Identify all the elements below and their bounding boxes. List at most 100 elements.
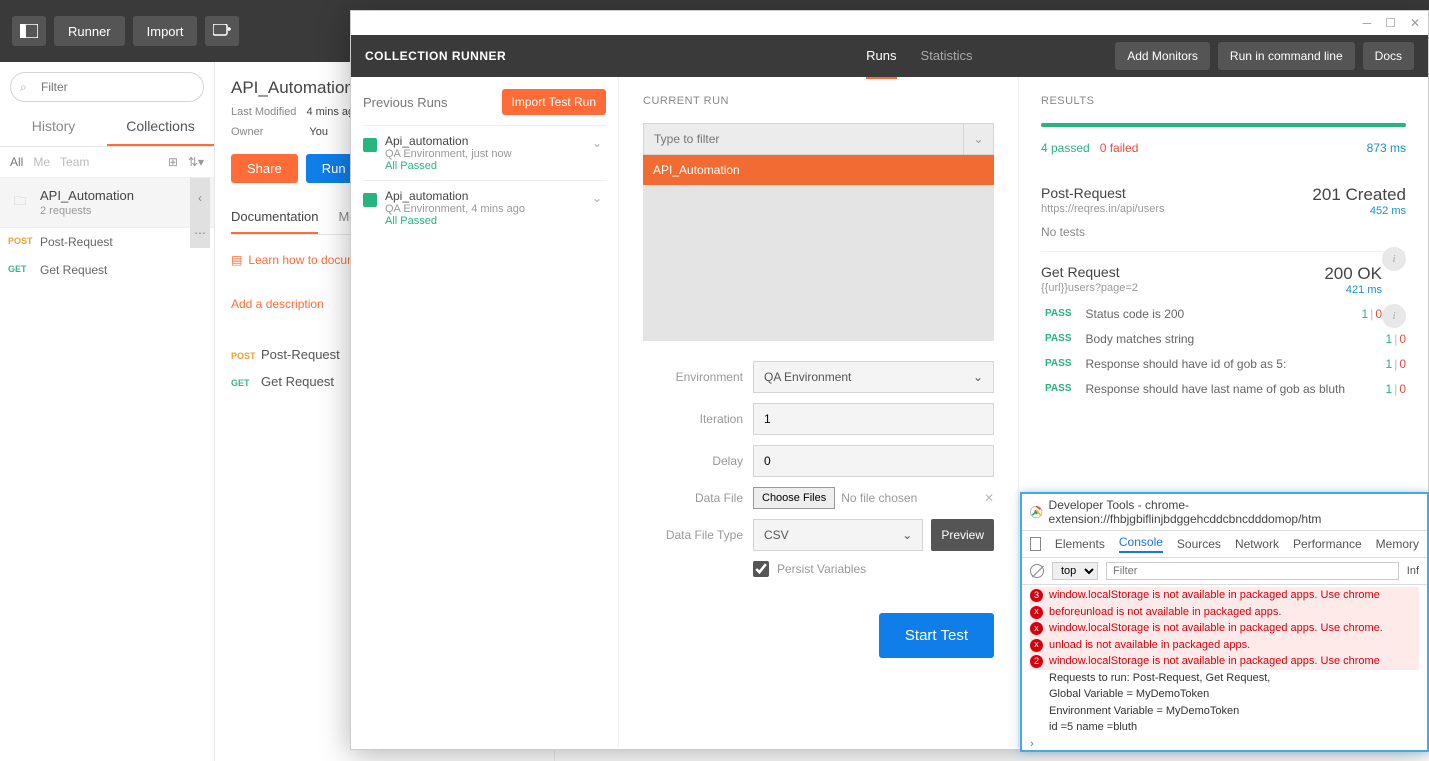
tab-sources[interactable]: Sources xyxy=(1177,537,1221,551)
total-time: 873 ms xyxy=(1367,141,1406,155)
runner-button[interactable]: Runner xyxy=(54,16,125,46)
iteration-input[interactable] xyxy=(753,403,994,435)
tab-history[interactable]: History xyxy=(0,108,107,146)
result-request: Get Request {{url}}users?page=2 200 OK 4… xyxy=(1041,252,1406,408)
run-name: Api_automation xyxy=(385,134,606,148)
chevron-down-icon: ⌄ xyxy=(973,370,983,384)
run-cmd-button[interactable]: Run in command line xyxy=(1218,42,1355,70)
docs-button[interactable]: Docs xyxy=(1363,42,1414,70)
persist-label: Persist Variables xyxy=(777,562,866,576)
status-code: 200 OK xyxy=(1324,264,1382,284)
collapse-icon[interactable]: ‹ xyxy=(190,178,210,218)
choose-files-button[interactable]: Choose Files xyxy=(753,487,835,509)
runner-header: COLLECTION RUNNER Runs Statistics Add Mo… xyxy=(351,35,1428,77)
context-select[interactable]: top xyxy=(1052,562,1098,580)
collection-name: API_Automation xyxy=(40,188,204,203)
sidebar-filter-row: All Me Team ⊞ ⇅▾ xyxy=(0,147,214,178)
run-name: Api_automation xyxy=(385,189,606,203)
log-row: Global Variable = MyDemoToken xyxy=(1030,686,1419,703)
test-desc: Response should have last name of gob as… xyxy=(1086,382,1386,396)
passed-count: 4 passed xyxy=(1041,141,1090,155)
tab-console[interactable]: Console xyxy=(1119,535,1163,553)
test-row: PASSResponse should have id of gob as 5:… xyxy=(1041,356,1406,371)
chevron-down-icon[interactable]: ⌄ xyxy=(964,123,994,155)
result-url: https://reqres.in/api/users xyxy=(1041,203,1165,215)
maximize-icon[interactable]: ☐ xyxy=(1385,16,1396,30)
collection-area xyxy=(643,185,994,341)
devtools-title: Developer Tools - chrome-extension://fhb… xyxy=(1022,494,1427,531)
tab-memory[interactable]: Memory xyxy=(1376,537,1419,551)
sidebar-toggle-icon[interactable] xyxy=(12,16,46,46)
console-prompt[interactable]: › xyxy=(1030,736,1419,753)
tab-collections[interactable]: Collections xyxy=(107,108,214,146)
devtools-tabs: Elements Console Sources Network Perform… xyxy=(1022,531,1427,558)
sort-icon[interactable]: ⇅▾ xyxy=(188,155,204,169)
folder-icon: 🗀 xyxy=(14,192,26,213)
failed-count: 0 failed xyxy=(1100,141,1139,155)
pass-badge: PASS xyxy=(1041,306,1076,321)
status-badge xyxy=(363,138,377,152)
log-row: Environment Variable = MyDemoToken xyxy=(1030,703,1419,720)
tab-statistics[interactable]: Statistics xyxy=(921,34,973,79)
pass-badge: PASS xyxy=(1041,381,1076,396)
method-badge: POST xyxy=(8,236,33,246)
response-time: 452 ms xyxy=(1312,205,1406,217)
info-icon[interactable]: i xyxy=(1382,247,1406,271)
tab-runs[interactable]: Runs xyxy=(866,34,896,79)
delay-input[interactable] xyxy=(753,445,994,477)
filter-team[interactable]: Team xyxy=(60,155,89,169)
tab-elements[interactable]: Elements xyxy=(1055,537,1105,551)
file-type-select[interactable]: CSV⌄ xyxy=(753,519,923,551)
import-button[interactable]: Import xyxy=(133,16,198,46)
log-row: id =5 name =bluth xyxy=(1030,719,1419,736)
clear-file-icon[interactable]: ✕ xyxy=(984,491,994,505)
add-folder-icon[interactable]: ⊞ xyxy=(168,155,178,169)
test-row: PASS Response should have last name of go… xyxy=(1041,381,1406,396)
environment-select[interactable]: QA Environment⌄ xyxy=(753,361,994,393)
test-row: PASSStatus code is 2001|0 xyxy=(1041,306,1382,321)
chevron-down-icon[interactable]: ⌄ xyxy=(592,191,602,205)
run-status: All Passed xyxy=(385,215,606,227)
test-desc: Response should have id of gob as 5: xyxy=(1086,357,1386,371)
results-title: RESULTS xyxy=(1041,95,1406,107)
persist-checkbox[interactable] xyxy=(753,561,769,577)
preview-button[interactable]: Preview xyxy=(931,519,994,551)
owner-value: You xyxy=(309,126,328,138)
tab-network[interactable]: Network xyxy=(1235,537,1279,551)
close-icon[interactable]: ✕ xyxy=(1410,16,1420,30)
runner-title: COLLECTION RUNNER xyxy=(365,49,506,63)
current-run-title: CURRENT RUN xyxy=(643,95,994,107)
chevron-down-icon[interactable]: ⌄ xyxy=(592,136,602,150)
request-label: Get Request xyxy=(40,263,107,277)
minimize-icon[interactable]: ─ xyxy=(1363,16,1372,30)
filter-all[interactable]: All xyxy=(10,155,23,169)
collection-item[interactable]: 🗀 API_Automation 2 requests ‹ ⋯ xyxy=(0,178,214,228)
new-tab-icon[interactable] xyxy=(205,16,239,46)
request-item[interactable]: POST Post-Request xyxy=(0,228,214,256)
collection-filter-input[interactable] xyxy=(643,123,964,155)
delay-label: Delay xyxy=(643,454,743,468)
pass-badge: PASS xyxy=(1041,331,1076,346)
request-label: Post-Request xyxy=(261,347,340,362)
result-request: Post-Request https://reqres.in/api/users… xyxy=(1041,173,1406,252)
add-monitors-button[interactable]: Add Monitors xyxy=(1115,42,1210,70)
clear-console-icon[interactable] xyxy=(1030,564,1044,578)
run-sub: QA Environment, just now xyxy=(385,148,606,160)
console-filter-input[interactable] xyxy=(1106,562,1399,580)
previous-run-item[interactable]: Api_automation QA Environment, 4 mins ag… xyxy=(363,180,606,235)
error-icon: x xyxy=(1030,639,1043,652)
inspect-icon[interactable] xyxy=(1030,537,1041,551)
previous-run-item[interactable]: Api_automation QA Environment, just now … xyxy=(363,125,606,180)
import-test-run-button[interactable]: Import Test Run xyxy=(502,89,606,115)
request-item[interactable]: GET Get Request xyxy=(0,256,214,284)
tab-performance[interactable]: Performance xyxy=(1293,537,1362,551)
share-button[interactable]: Share xyxy=(231,154,298,183)
filter-input[interactable] xyxy=(10,72,204,102)
info-icon[interactable]: i xyxy=(1382,304,1406,328)
run-sub: QA Environment, 4 mins ago xyxy=(385,203,606,215)
test-desc: Status code is 200 xyxy=(1086,307,1362,321)
tab-documentation[interactable]: Documentation xyxy=(231,201,318,234)
filter-me[interactable]: Me xyxy=(33,155,50,169)
selected-collection[interactable]: API_Automation xyxy=(643,155,994,185)
start-test-button[interactable]: Start Test xyxy=(879,613,994,658)
